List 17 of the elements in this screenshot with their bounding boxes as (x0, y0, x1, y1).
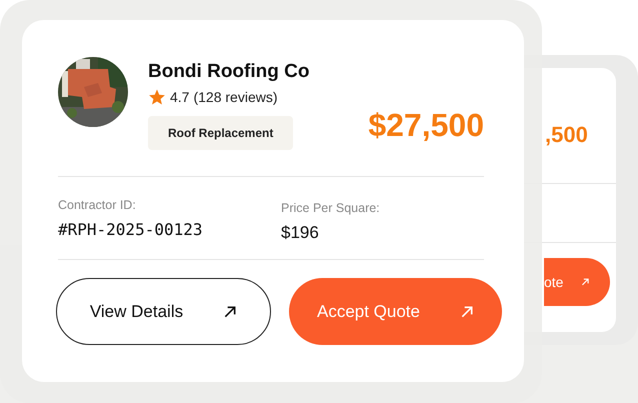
accept-quote-button[interactable]: Accept Quote (289, 278, 502, 345)
arrow-icon (223, 304, 238, 318)
arrow-icon (581, 276, 590, 288)
accept-quote-button[interactable]: ote (544, 258, 610, 306)
company-name: Bondi Roofing Co (148, 61, 310, 83)
detail-value: #RPH-2025-00123 (58, 220, 204, 239)
service-tag: Roof Replacement (148, 116, 294, 150)
review-count: (128 reviews) (193, 89, 278, 105)
view-details-button[interactable]: View Details (56, 278, 271, 345)
detail-label: Contractor ID: (58, 198, 137, 212)
arrow-icon (460, 304, 474, 318)
star-icon (148, 88, 166, 106)
rating: 4.7 (170, 89, 190, 105)
detail-label: Price Per Square: (281, 201, 381, 215)
price: ,500 (545, 122, 588, 148)
price: $27,500 (368, 107, 484, 144)
detail-value: $196 (281, 223, 320, 243)
